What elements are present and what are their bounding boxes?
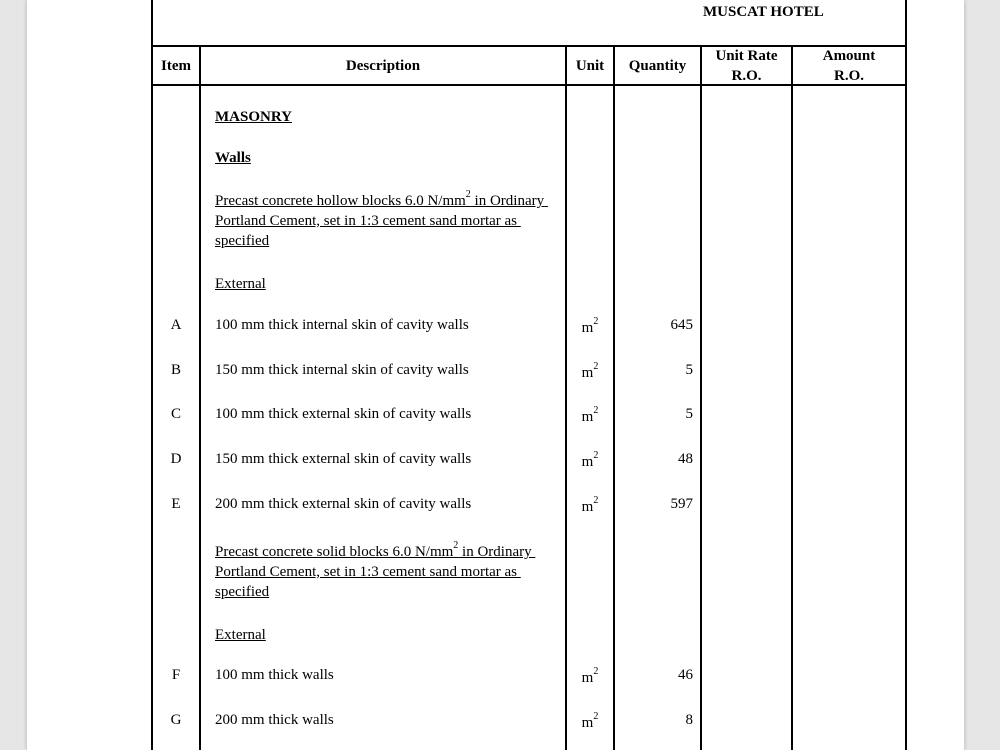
group1-heading: External	[215, 276, 266, 292]
group1-spec-line2: Portland Cement, set in 1:3 cement sand …	[215, 213, 518, 229]
group2-spec-line3: specified	[215, 584, 270, 600]
unit-rate-currency: R.O.	[731, 68, 762, 84]
item-description: 200 mm thick walls	[215, 712, 334, 728]
item-description: 100 mm thick internal skin of cavity wal…	[215, 317, 469, 333]
item-unit: m2	[581, 495, 599, 516]
column-header-description: Description	[345, 58, 421, 74]
item-code: B	[170, 362, 181, 378]
col-divider-unit-rate	[791, 45, 793, 750]
item-description: 100 mm thick external skin of cavity wal…	[215, 406, 472, 422]
item-unit: m2	[581, 450, 599, 471]
item-quantity: 8	[685, 712, 694, 728]
item-quantity: 597	[670, 496, 694, 512]
col-divider-unit	[613, 45, 615, 750]
item-code: F	[171, 667, 181, 683]
item-unit: m2	[581, 711, 599, 732]
item-quantity: 645	[670, 317, 694, 333]
group2-spec-line1: Precast concrete solid blocks 6.0 N/mm2 …	[215, 540, 532, 561]
col-divider-item	[199, 45, 201, 750]
item-description: 150 mm thick external skin of cavity wal…	[215, 451, 472, 467]
group1-spec: Precast concrete hollow blocks 6.0 N/mm2…	[215, 189, 548, 251]
item-quantity: 5	[685, 406, 694, 422]
amount-currency: R.O.	[834, 68, 864, 84]
amount-label: Amount	[822, 48, 876, 64]
item-description: 200 mm thick external skin of cavity wal…	[215, 496, 472, 512]
section-heading: MASONRY	[215, 109, 292, 125]
item-code: D	[170, 451, 182, 467]
item-quantity: 48	[678, 451, 693, 467]
column-header-unit: Unit	[575, 58, 605, 74]
item-unit: m2	[581, 361, 599, 382]
group2-spec-line2: Portland Cement, set in 1:3 cement sand …	[215, 564, 518, 580]
group1-spec-line3: specified	[215, 233, 270, 249]
group2-spec: Precast concrete solid blocks 6.0 N/mm2 …	[215, 540, 535, 602]
item-description: 100 mm thick walls	[215, 667, 334, 683]
item-code: C	[170, 406, 181, 422]
table-border-right	[905, 0, 907, 750]
subsection-heading: Walls	[215, 150, 251, 166]
column-header-quantity: Quantity	[628, 58, 687, 74]
item-code: E	[171, 496, 181, 512]
column-header-unit-rate: Unit Rate R.O.	[702, 46, 791, 86]
item-unit: m2	[581, 316, 599, 337]
item-description: 150 mm thick internal skin of cavity wal…	[215, 362, 469, 378]
column-header-amount: Amount R.O.	[793, 46, 905, 86]
col-divider-description	[565, 45, 567, 750]
item-quantity: 5	[685, 362, 694, 378]
item-code: A	[170, 317, 182, 333]
project-title: MUSCAT HOTEL	[703, 4, 824, 20]
column-header-item: Item	[161, 58, 191, 74]
document-page: MUSCAT HOTEL Item Description Unit Quant…	[27, 0, 964, 750]
unit-rate-label: Unit Rate	[715, 48, 778, 64]
group2-heading: External	[215, 627, 266, 643]
item-unit: m2	[581, 405, 599, 426]
group1-spec-line1: Precast concrete hollow blocks 6.0 N/mm2…	[215, 189, 545, 210]
item-code: G	[170, 712, 182, 728]
item-unit: m2	[581, 666, 599, 687]
col-divider-quantity	[700, 45, 702, 750]
item-quantity: 46	[678, 667, 693, 683]
